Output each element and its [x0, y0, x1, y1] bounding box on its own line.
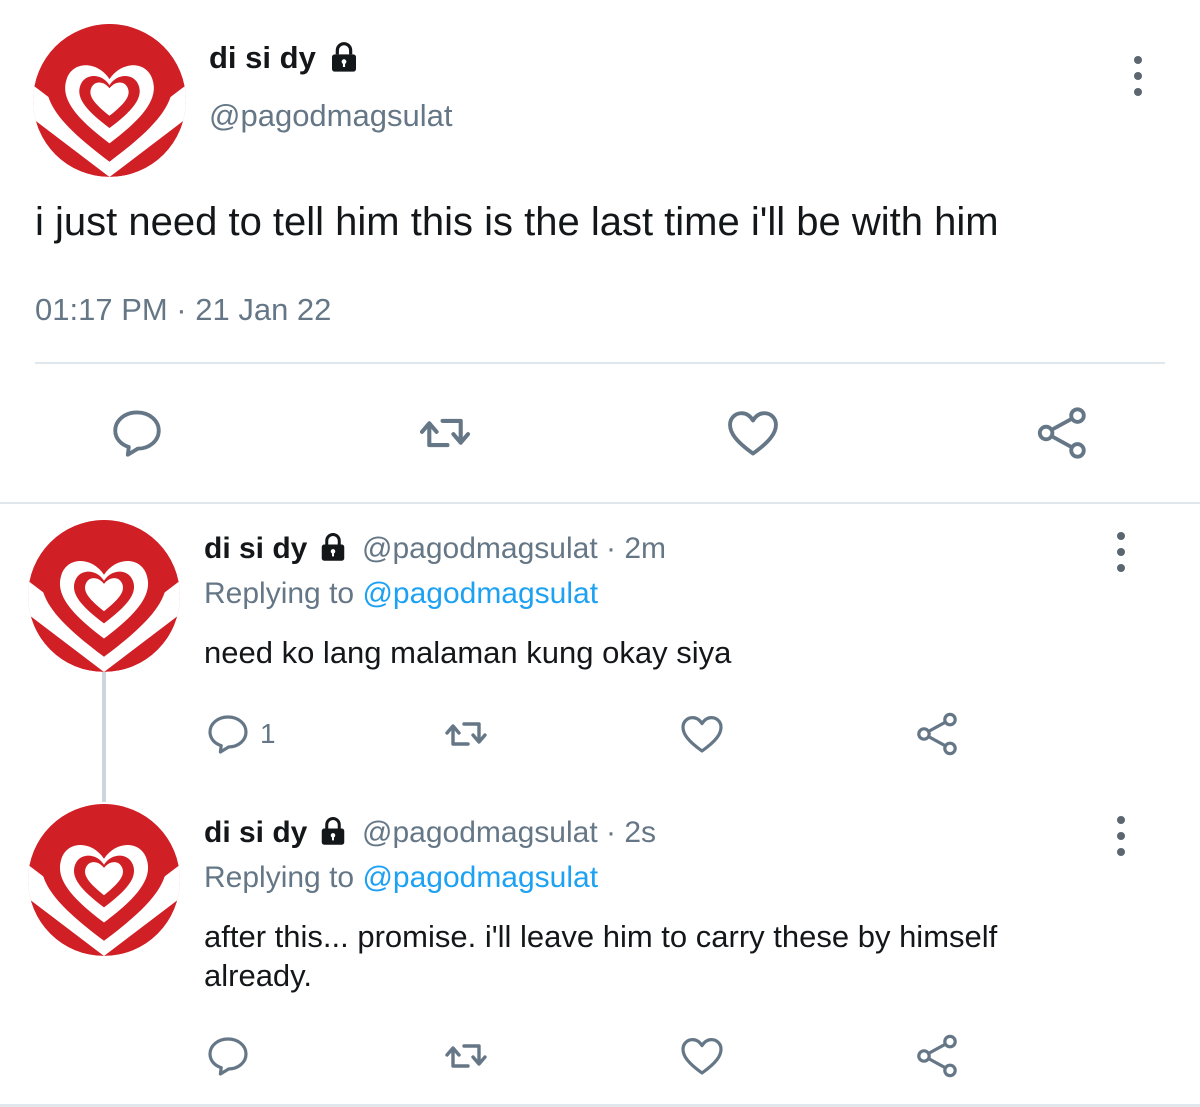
replying-label: Replying to: [204, 861, 355, 894]
reply-text-line: after this... promise. i'll leave him to…: [204, 919, 998, 954]
retweet-button[interactable]: [438, 1032, 494, 1080]
lock-icon: [328, 41, 360, 73]
reply-count: 1: [260, 718, 276, 749]
avatar[interactable]: [33, 24, 186, 177]
thread-connector: [102, 672, 106, 802]
heart-icon: [678, 1032, 726, 1080]
tweet-text: i just need to tell him this is the last…: [35, 200, 999, 244]
display-name[interactable]: di si dy: [204, 532, 307, 565]
handle-time[interactable]: @pagodmagsulat · 2m: [362, 532, 666, 565]
reply-button[interactable]: 1: [204, 710, 276, 758]
heart-icon: [678, 710, 726, 758]
reply-button[interactable]: [108, 404, 166, 462]
section-divider: [0, 502, 1200, 504]
retweet-icon: [438, 1032, 494, 1080]
reply-header: di si dy @pagodmagsulat · 2s: [204, 816, 656, 850]
replying-to-link[interactable]: @pagodmagsulat: [362, 577, 598, 610]
avatar[interactable]: [28, 804, 180, 956]
divider: [35, 362, 1165, 364]
display-name[interactable]: di si dy: [204, 816, 307, 849]
lock-icon: [318, 816, 348, 846]
share-button[interactable]: [1034, 404, 1092, 462]
more-vertical-icon[interactable]: [1114, 816, 1128, 856]
reply-icon: [204, 710, 252, 758]
reply-icon: [108, 404, 166, 462]
like-button[interactable]: [678, 1032, 726, 1080]
retweet-icon: [412, 404, 478, 462]
retweet-button[interactable]: [438, 710, 494, 758]
reply-button[interactable]: [204, 1032, 260, 1080]
share-icon: [1034, 404, 1092, 462]
display-name-text[interactable]: di si dy: [209, 40, 316, 75]
replying-to: Replying to @pagodmagsulat: [204, 861, 598, 895]
reply-text-line: already.: [204, 958, 312, 993]
share-button[interactable]: [914, 710, 962, 758]
timestamp[interactable]: 01:17 PM · 21 Jan 22: [35, 292, 331, 328]
replying-to: Replying to @pagodmagsulat: [204, 577, 598, 611]
lock-icon: [318, 532, 348, 562]
display-name[interactable]: di si dy: [209, 40, 360, 76]
reply-header: di si dy @pagodmagsulat · 2m: [204, 532, 666, 566]
handle-time[interactable]: @pagodmagsulat · 2s: [362, 816, 656, 849]
replying-label: Replying to: [204, 577, 355, 610]
retweet-icon: [438, 710, 494, 758]
reply-text: need ko lang malaman kung okay siya: [204, 635, 732, 670]
share-icon: [914, 1032, 962, 1080]
more-vertical-icon[interactable]: [1131, 56, 1145, 96]
like-button[interactable]: [678, 710, 726, 758]
more-vertical-icon[interactable]: [1114, 532, 1128, 572]
heart-icon: [724, 404, 782, 462]
share-icon: [914, 710, 962, 758]
avatar[interactable]: [28, 520, 180, 672]
reply-icon: [204, 1032, 252, 1080]
retweet-button[interactable]: [412, 404, 478, 462]
share-button[interactable]: [914, 1032, 962, 1080]
handle[interactable]: @pagodmagsulat: [209, 98, 452, 134]
replying-to-link[interactable]: @pagodmagsulat: [362, 861, 598, 894]
like-button[interactable]: [724, 404, 782, 462]
